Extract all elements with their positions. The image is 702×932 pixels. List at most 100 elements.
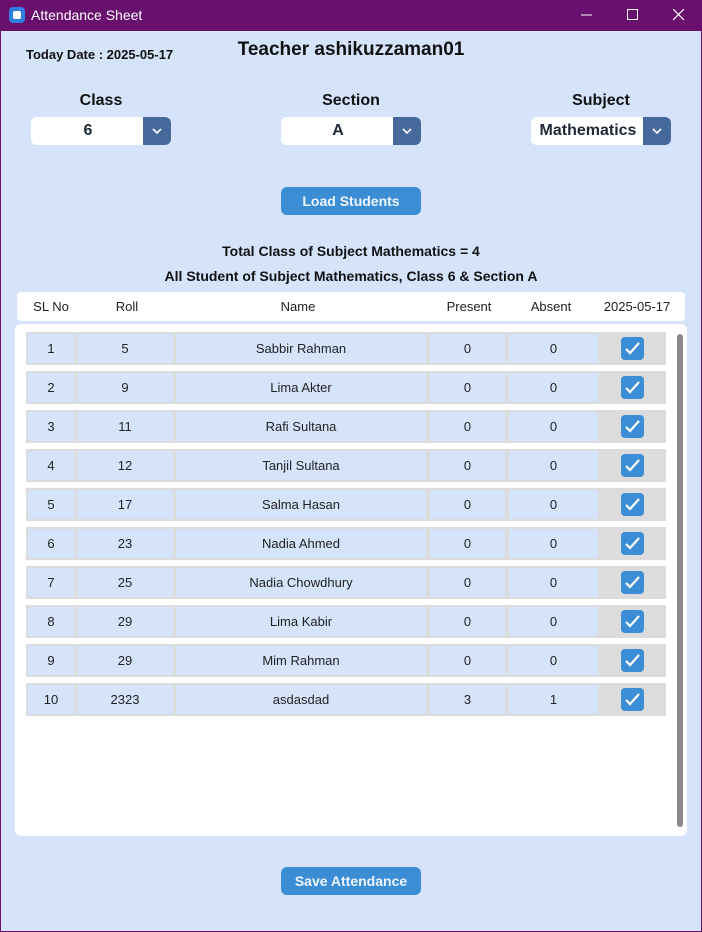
column-header-date: 2025-05-17 [603, 299, 671, 314]
checkmark-icon [625, 615, 640, 628]
table-row: 7 25 Nadia Chowdhury 0 0 [26, 566, 666, 599]
absent-cell: 0 [509, 529, 598, 558]
table-row: 1 5 Sabbir Rahman 0 0 [26, 332, 666, 365]
column-header-roll: Roll [115, 299, 139, 314]
present-cell: 0 [430, 412, 505, 441]
teacher-name: Teacher ashikuzzaman01 [237, 39, 465, 60]
section-label: Section [322, 92, 380, 109]
present-cell: 0 [430, 451, 505, 480]
column-header-absent: Absent [530, 299, 572, 314]
sl-cell: 1 [28, 334, 74, 363]
attendance-checkbox[interactable] [621, 415, 644, 438]
absent-cell: 0 [509, 334, 598, 363]
name-cell: Tanjil Sultana [176, 451, 426, 480]
checkmark-icon [625, 420, 640, 433]
sl-cell: 8 [28, 607, 74, 636]
checkmark-icon [625, 381, 640, 394]
close-icon [673, 9, 685, 21]
class-dropdown-button[interactable] [143, 117, 171, 145]
attendance-checkbox[interactable] [621, 532, 644, 555]
main-content: Today Date : 2025-05-17 Teacher ashikuzz… [1, 31, 701, 931]
maximize-button[interactable] [610, 0, 656, 31]
table-row: 2 9 Lima Akter 0 0 [26, 371, 666, 404]
attendance-checkbox[interactable] [621, 649, 644, 672]
name-cell: Nadia Chowdhury [176, 568, 426, 597]
roll-cell: 23 [77, 529, 173, 558]
subject-value: Mathematics [539, 122, 637, 139]
checkmark-icon [625, 342, 640, 355]
roll-cell: 17 [77, 490, 173, 519]
sl-cell: 2 [28, 373, 74, 402]
minimize-button[interactable] [564, 0, 610, 31]
absent-cell: 0 [509, 373, 598, 402]
sl-cell: 7 [28, 568, 74, 597]
attendance-checkbox[interactable] [621, 571, 644, 594]
name-cell: Lima Akter [176, 373, 426, 402]
checkmark-icon [625, 576, 640, 589]
close-button[interactable] [656, 0, 702, 31]
checkmark-icon [625, 654, 640, 667]
checkmark-icon [625, 537, 640, 550]
present-cell: 3 [430, 685, 505, 714]
section-value: A [332, 122, 344, 139]
roll-cell: 5 [77, 334, 173, 363]
maximize-icon [627, 9, 638, 20]
attendance-checkbox[interactable] [621, 493, 644, 516]
total-class-text: Total Class of Subject Mathematics = 4 [222, 243, 480, 259]
scrollbar[interactable] [677, 334, 683, 827]
absent-cell: 0 [509, 490, 598, 519]
table-row: 3 11 Rafi Sultana 0 0 [26, 410, 666, 443]
present-cell: 0 [430, 334, 505, 363]
attendance-checkbox[interactable] [621, 337, 644, 360]
name-cell: asdasdad [176, 685, 426, 714]
title-bar: Attendance Sheet [0, 0, 702, 31]
attendance-checkbox[interactable] [621, 376, 644, 399]
section-select[interactable]: A [281, 117, 421, 145]
column-header-present: Present [446, 299, 492, 314]
absent-cell: 0 [509, 451, 598, 480]
roll-cell: 11 [77, 412, 173, 441]
present-cell: 0 [430, 490, 505, 519]
table-row: 6 23 Nadia Ahmed 0 0 [26, 527, 666, 560]
load-students-button[interactable]: Load Students [281, 187, 421, 215]
roll-cell: 29 [77, 607, 173, 636]
sl-cell: 5 [28, 490, 74, 519]
absent-cell: 1 [509, 685, 598, 714]
attendance-checkbox[interactable] [621, 610, 644, 633]
chevron-down-icon [652, 128, 662, 134]
roll-cell: 25 [77, 568, 173, 597]
save-attendance-button[interactable]: Save Attendance [281, 867, 421, 895]
all-students-text: All Student of Subject Mathematics, Clas… [164, 268, 538, 284]
chevron-down-icon [402, 128, 412, 134]
absent-cell: 0 [509, 568, 598, 597]
sl-cell: 4 [28, 451, 74, 480]
roll-cell: 29 [77, 646, 173, 675]
column-header-sl: SL No [33, 299, 69, 314]
checkmark-icon [625, 498, 640, 511]
attendance-checkbox[interactable] [621, 688, 644, 711]
section-dropdown-button[interactable] [393, 117, 421, 145]
roll-cell: 2323 [77, 685, 173, 714]
table-row: 8 29 Lima Kabir 0 0 [26, 605, 666, 638]
attendance-checkbox[interactable] [621, 454, 644, 477]
class-value: 6 [83, 122, 93, 139]
app-icon [9, 7, 25, 23]
column-header-name: Name [280, 299, 316, 314]
name-cell: Salma Hasan [176, 490, 426, 519]
checkmark-icon [625, 459, 640, 472]
minimize-icon [581, 14, 592, 16]
table-header: SL No Roll Name Present Absent 2025-05-1… [17, 292, 685, 321]
present-cell: 0 [430, 529, 505, 558]
subject-select[interactable]: Mathematics [531, 117, 671, 145]
sl-cell: 10 [28, 685, 74, 714]
roll-cell: 9 [77, 373, 173, 402]
name-cell: Nadia Ahmed [176, 529, 426, 558]
class-select[interactable]: 6 [31, 117, 171, 145]
table-row: 5 17 Salma Hasan 0 0 [26, 488, 666, 521]
absent-cell: 0 [509, 412, 598, 441]
roll-cell: 12 [77, 451, 173, 480]
checkmark-icon [625, 693, 640, 706]
absent-cell: 0 [509, 607, 598, 636]
table-row: 4 12 Tanjil Sultana 0 0 [26, 449, 666, 482]
subject-dropdown-button[interactable] [643, 117, 671, 145]
